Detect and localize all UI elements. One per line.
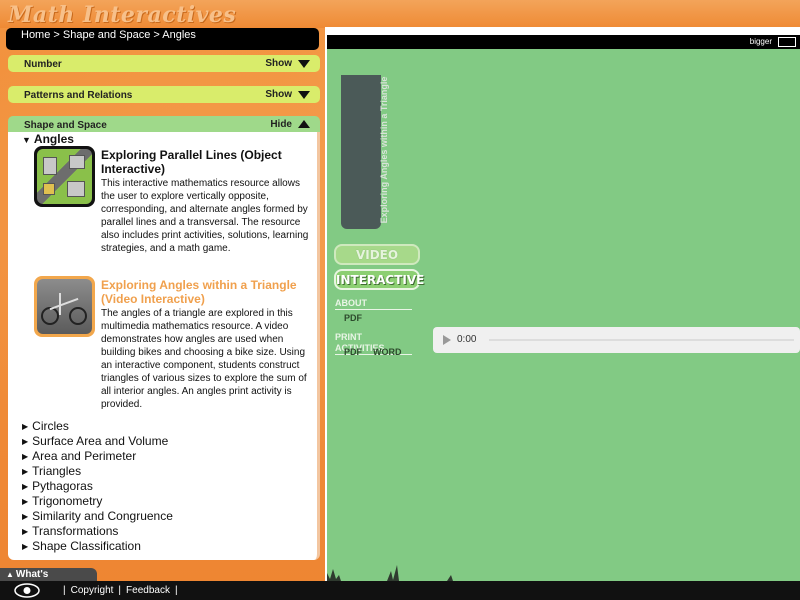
audio-progress-track[interactable] (489, 339, 794, 341)
section-label: Patterns and Relations (24, 90, 133, 101)
stage-canvas: Exploring Angles within a Triangle VIDEO… (327, 49, 800, 581)
resource-title[interactable]: Exploring Angles within a Triangle (Vide… (101, 278, 316, 306)
topic-item[interactable]: ▶ Surface Area and Volume (22, 434, 173, 449)
topic-label: Area and Perimeter (32, 449, 137, 463)
audio-time: 0:00 (457, 334, 477, 345)
section-toggle-label[interactable]: Hide (270, 116, 292, 133)
triangle-down-icon[interactable] (298, 91, 310, 99)
stage-toolbar: bigger (327, 35, 800, 49)
topic-item[interactable]: ▶ Area and Perimeter (22, 449, 173, 464)
topic-arrow-icon: ▶ (22, 467, 29, 476)
topic-arrow-icon: ▶ (22, 497, 29, 506)
triangle-down-icon[interactable] (298, 60, 310, 68)
about-heading: ABOUT (335, 298, 412, 310)
topic-item[interactable]: ▶ Pythagoras (22, 479, 173, 494)
topic-item[interactable]: ▶ Circles (22, 419, 173, 434)
interactive-button[interactable]: INTERACTIVE (334, 269, 424, 290)
whats-included-tab[interactable]: ▲What's Included? (0, 568, 97, 593)
audio-player: 0:00 (433, 327, 800, 353)
section-toggle-label[interactable]: Show (265, 55, 292, 72)
section-shape-and-space[interactable]: Shape and Space Hide (8, 116, 320, 133)
topic-list: ▶ Circles ▶ Surface Area and Volume ▶ Area … (22, 419, 173, 554)
about-pdf-link[interactable]: PDF (344, 313, 362, 323)
left-panel: Number Show Patterns and Relations Show … (8, 55, 320, 560)
strip-title: Exploring Angles within a Triangle (379, 76, 389, 224)
section-patterns-and-relations[interactable]: Patterns and Relations Show (8, 86, 320, 103)
section-content: ▼ Angles Exploring Parallel Lines (Object… (8, 132, 320, 560)
app-logo: Math Interactives (8, 2, 237, 28)
topic-label: Circles (32, 419, 69, 433)
resource-description: This interactive mathematics resource al… (101, 178, 309, 254)
topic-arrow-icon: ▶ (22, 422, 29, 431)
resource-description: The angles of a triangle are explored in… (101, 308, 307, 410)
topic-arrow-icon: ▶ (22, 452, 29, 461)
breadcrumb-text[interactable]: Home > Shape and Space > Angles (21, 28, 196, 42)
video-button[interactable]: VIDEO (334, 244, 420, 265)
topic-label: Pythagoras (32, 479, 93, 493)
resource-thumbnail[interactable] (34, 276, 95, 337)
topic-label: Angles (33, 132, 74, 146)
breadcrumb: Home > Shape and Space > Angles (6, 28, 319, 50)
eye-logo-icon[interactable] (14, 583, 40, 598)
section-label: Number (24, 59, 62, 70)
topic-label: Surface Area and Volume (32, 434, 169, 448)
topic-label: Trigonometry (32, 494, 103, 508)
topic-item[interactable]: ▶ Similarity and Congruence (22, 509, 173, 524)
footer-separator: | (174, 585, 178, 596)
topic-item[interactable]: ▶ Shape Classification (22, 539, 173, 554)
topic-arrow-icon: ▶ (22, 482, 29, 491)
footer-links: | Copyright | Feedback | (58, 581, 183, 600)
topic-item[interactable]: ▶ Transformations (22, 524, 173, 539)
topic-item[interactable]: ▶ Trigonometry (22, 494, 173, 509)
topic-label: Transformations (32, 524, 119, 538)
topic-arrow-icon: ▶ (22, 437, 29, 446)
expand-icon[interactable] (778, 37, 796, 47)
footer-separator: | (118, 585, 122, 596)
bigger-label[interactable]: bigger (750, 35, 772, 49)
triangle-up-icon[interactable] (298, 120, 310, 128)
footer-separator: | (63, 585, 66, 596)
feedback-link[interactable]: Feedback (126, 585, 170, 596)
topic-angles[interactable]: ▼ Angles (22, 132, 74, 146)
print-word-link[interactable]: WORD (373, 347, 402, 357)
print-pdf-link[interactable]: PDF (344, 347, 362, 357)
title-strip: Exploring Angles within a Triangle (341, 75, 389, 229)
media-stage: bigger Exploring Angles within a Triangl… (325, 27, 800, 581)
play-icon[interactable] (443, 335, 451, 345)
footer: | Copyright | Feedback | (0, 581, 800, 600)
topic-arrow-icon: ▶ (22, 512, 29, 521)
topic-arrow-icon: ▶ (22, 527, 29, 536)
resource-thumbnail[interactable] (34, 146, 95, 207)
topic-label: Shape Classification (32, 539, 141, 553)
topic-label: Triangles (32, 464, 82, 478)
triangle-up-icon: ▲ (6, 570, 14, 579)
section-toggle-label[interactable]: Show (265, 86, 292, 103)
topic-label: Similarity and Congruence (32, 509, 173, 523)
section-number[interactable]: Number Show (8, 55, 320, 72)
grass-decoration (327, 565, 453, 581)
topic-arrow-icon: ▶ (22, 542, 29, 551)
copyright-link[interactable]: Copyright (71, 585, 114, 596)
resource-title[interactable]: Exploring Parallel Lines (Object Interac… (101, 148, 316, 176)
topic-item[interactable]: ▶ Triangles (22, 464, 173, 479)
triangle-down-icon: ▼ (22, 135, 31, 145)
